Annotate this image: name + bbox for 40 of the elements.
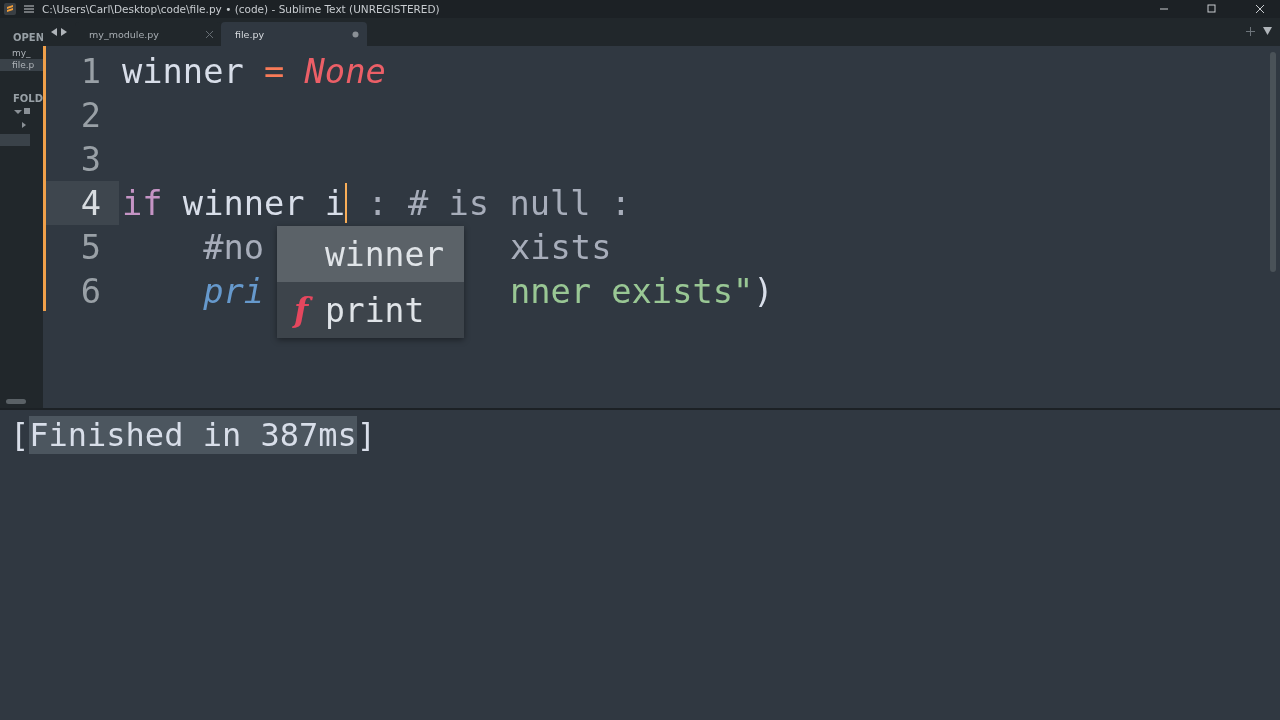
file-tab[interactable]: file.py [221, 22, 367, 46]
code-text: #no [202, 227, 265, 267]
line-number: 6 [79, 270, 102, 313]
code-text: pri [202, 271, 264, 311]
sidebar-header: FOLD [12, 93, 43, 104]
code-text: winner [122, 51, 245, 91]
completion-label: winner [325, 234, 445, 274]
completion-item[interactable]: winner [277, 226, 464, 282]
line-number: 1 [79, 50, 102, 93]
window-title: C:\Users\Carl\Desktop\code\file.py • (code) - Sublime Text (UNREGISTERED) [42, 3, 441, 15]
app-logo-icon [4, 3, 16, 15]
code-text: xists [510, 227, 612, 267]
line-number: 5 [79, 226, 102, 269]
folder-tree-icon [0, 108, 30, 146]
line-number: 3 [79, 138, 102, 181]
scrollbar-thumb[interactable] [1270, 52, 1276, 272]
line-number: 2 [79, 94, 102, 137]
code-text: winner i [182, 183, 346, 223]
open-file-item[interactable]: file.p [0, 59, 43, 71]
code-text: if [122, 183, 164, 223]
forward-icon[interactable] [60, 28, 67, 36]
code-text: ) [753, 271, 774, 311]
sidebar-header: OPEN [12, 32, 43, 43]
open-file-item[interactable]: my_ [0, 47, 43, 59]
menu-icon[interactable] [24, 5, 34, 13]
close-tab-icon[interactable] [206, 30, 213, 38]
tab-label: file.py [235, 28, 265, 40]
completion-label: print [325, 290, 425, 330]
code-text: : # is null : [366, 183, 632, 223]
new-tab-icon[interactable] [1246, 27, 1255, 36]
code-text: nner exists" [509, 271, 754, 311]
text-cursor [345, 183, 348, 223]
line-number: 4 [46, 181, 119, 225]
scrollbar-thumb[interactable] [6, 399, 26, 404]
code-text: = [264, 51, 286, 91]
completion-item[interactable]: f print [277, 282, 464, 338]
tab-label: my_module.py [89, 28, 159, 40]
back-icon[interactable] [51, 28, 58, 36]
dropdown-icon[interactable] [1263, 27, 1272, 35]
code-text: None [304, 51, 386, 91]
